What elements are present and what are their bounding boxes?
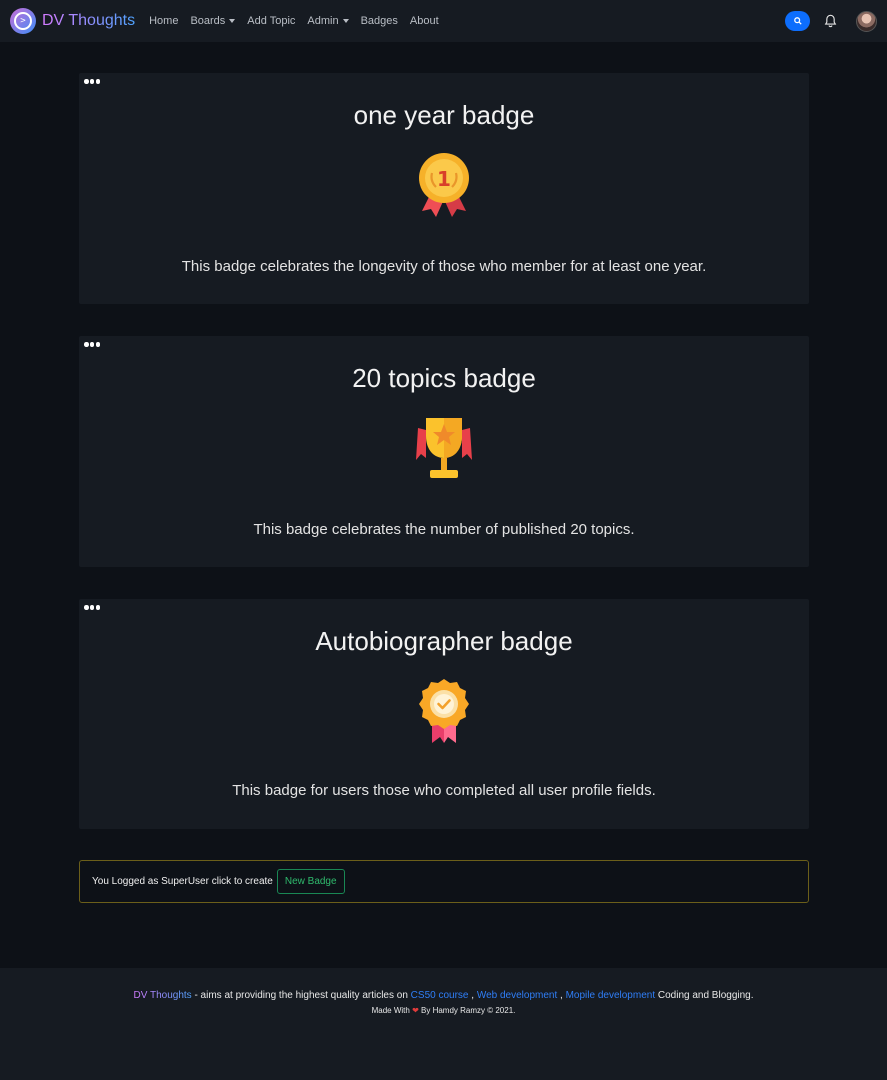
footer-separator: , — [557, 990, 566, 1001]
heart-icon: ❤ — [412, 1006, 419, 1015]
nav-about[interactable]: About — [410, 15, 439, 27]
nav-badges[interactable]: Badges — [361, 15, 398, 27]
nav-home[interactable]: Home — [149, 15, 178, 27]
chevron-down-icon — [342, 19, 349, 23]
footer-separator: , — [468, 990, 477, 1001]
made-with-text: Made With — [371, 1006, 410, 1015]
badge-description: This badge for users those who completed… — [232, 782, 656, 799]
credit-text: By Hamdy Ramzy © 2021. — [418, 1006, 516, 1015]
nav-admin-dropdown[interactable]: Admin — [307, 15, 349, 27]
chevron-down-icon — [229, 19, 236, 23]
badge-description: This badge celebrates the longevity of t… — [181, 258, 707, 275]
badge-title: Autobiographer badge — [315, 626, 573, 656]
footer-description: DV Thoughts - aims at providing the high… — [0, 990, 887, 1001]
first-place-medal-icon: 1 — [416, 151, 472, 224]
nav-links: Home Boards Add Topic Admin Badges About — [143, 15, 445, 27]
footer-link-mobile[interactable]: Mopile development — [566, 990, 656, 1001]
notifications-button[interactable] — [820, 11, 840, 31]
badge-title: one year badge — [353, 100, 535, 130]
badge-card: one year badge 1 This badge celebrates t… — [79, 73, 809, 304]
logo-icon: > — [10, 8, 36, 34]
nav-add-topic[interactable]: Add Topic — [247, 15, 295, 27]
badge-card: Autobiographer badge This badge for user… — [79, 599, 809, 829]
badge-description: This badge celebrates the number of publ… — [253, 521, 635, 538]
card-menu-button[interactable] — [84, 342, 101, 347]
nav-boards-label: Boards — [190, 15, 226, 27]
trophy-icon — [412, 414, 476, 489]
card-menu-button[interactable] — [84, 79, 101, 84]
admin-notice-text: You Logged as SuperUser click to create — [92, 876, 273, 887]
bell-icon — [824, 14, 836, 28]
footer: DV Thoughts - aims at providing the high… — [0, 968, 887, 1080]
footer-credit: Made With ❤ By Hamdy Ramzy © 2021. — [0, 1006, 887, 1015]
footer-brand: DV Thoughts — [133, 990, 192, 1001]
admin-notice: You Logged as SuperUser click to create … — [79, 860, 809, 903]
footer-text: - aims at providing the highest quality … — [191, 990, 411, 1001]
brand-link[interactable]: > DV Thoughts — [10, 8, 135, 34]
badge-card: 20 topics badge This badge celebrates th… — [79, 336, 809, 567]
nav-admin-label: Admin — [307, 15, 339, 27]
footer-link-cs50[interactable]: CS50 course — [411, 990, 469, 1001]
footer-text-end: Coding and Blogging. — [655, 990, 754, 1001]
nav-right — [785, 10, 877, 32]
svg-text:1: 1 — [437, 167, 451, 191]
card-menu-button[interactable] — [84, 605, 101, 610]
brand-name: DV Thoughts — [42, 12, 136, 29]
new-badge-button[interactable]: New Badge — [276, 869, 345, 894]
nav-boards-dropdown[interactable]: Boards — [190, 15, 236, 27]
footer-link-web[interactable]: Web development — [477, 990, 557, 1001]
search-button[interactable] — [785, 11, 810, 31]
check-rosette-icon — [416, 677, 472, 750]
navbar: > DV Thoughts Home Boards Add Topic Admi… — [0, 0, 887, 42]
search-icon — [793, 17, 802, 25]
user-avatar[interactable] — [856, 10, 877, 32]
badge-title: 20 topics badge — [352, 363, 536, 393]
